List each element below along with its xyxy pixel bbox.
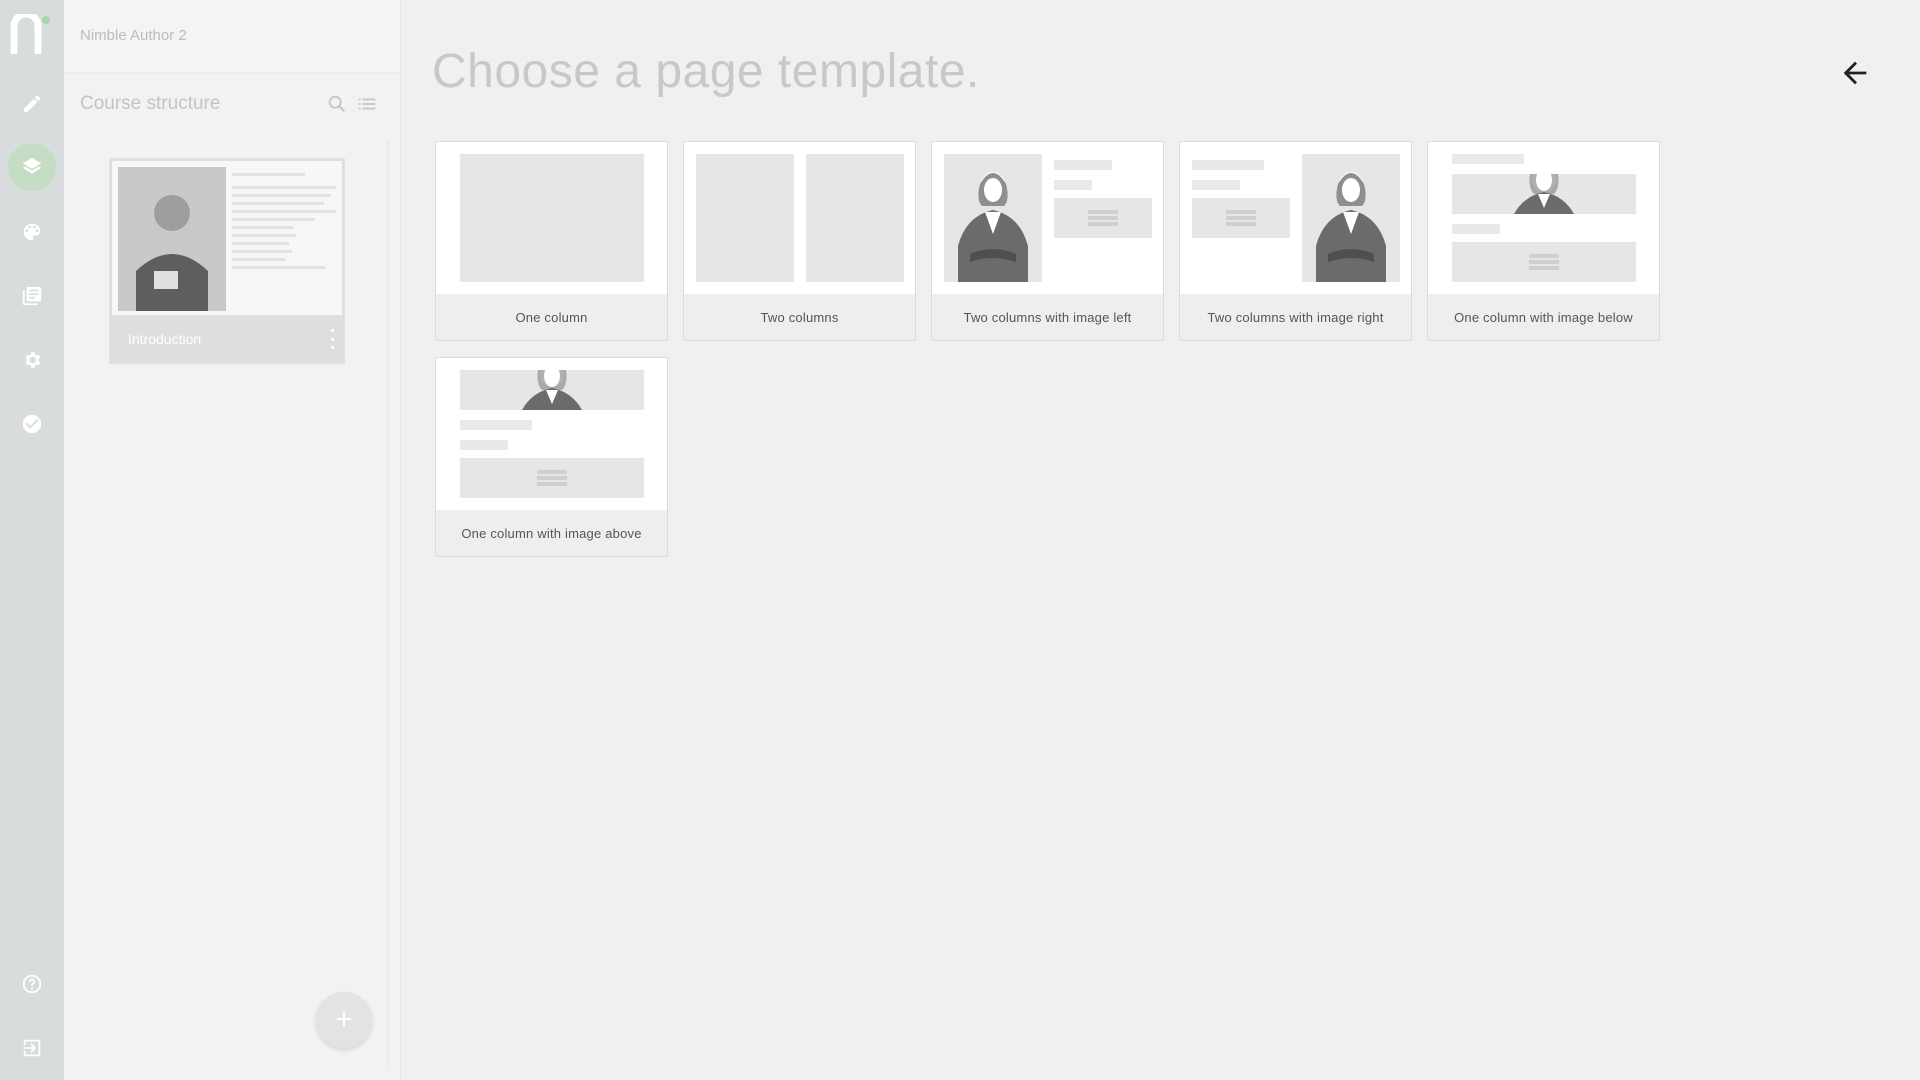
template-preview	[932, 142, 1163, 294]
page-title: Choose a page template.	[432, 45, 980, 98]
add-page-button[interactable]: +	[316, 992, 372, 1048]
nimble-logo-icon[interactable]	[10, 10, 54, 58]
page-thumbnail	[112, 161, 342, 315]
palette-icon[interactable]	[8, 208, 56, 256]
left-rail	[0, 0, 64, 1080]
person-illustration-icon	[1302, 154, 1400, 282]
person-illustration-icon	[1452, 174, 1636, 214]
app-name: Nimble Author 2	[80, 27, 187, 44]
panel-scrollbar[interactable]	[386, 140, 389, 1070]
panel-topbar: Nimble Author 2	[64, 0, 400, 73]
template-preview	[436, 358, 667, 510]
template-label: One column	[515, 310, 588, 325]
edit-icon[interactable]	[8, 80, 56, 128]
page-card-label: Introduction	[128, 331, 202, 347]
template-label: One column with image above	[461, 526, 642, 541]
person-illustration-icon	[944, 154, 1042, 282]
template-label: One column with image below	[1454, 310, 1633, 325]
layers-icon[interactable]	[8, 143, 56, 191]
template-one-column-image-above[interactable]: One column with image above	[435, 357, 668, 557]
exit-icon[interactable]	[8, 1024, 56, 1072]
help-icon[interactable]	[8, 960, 56, 1008]
library-icon[interactable]	[8, 272, 56, 320]
list-icon[interactable]	[356, 93, 378, 115]
back-arrow-icon[interactable]	[1838, 56, 1872, 90]
template-one-column-image-below[interactable]: One column with image below	[1427, 141, 1660, 341]
more-vert-icon[interactable]	[324, 329, 340, 349]
template-two-columns-image-right[interactable]: Two columns with image right	[1179, 141, 1412, 341]
template-label: Two columns with image right	[1207, 310, 1384, 325]
page-card-introduction[interactable]: Introduction	[109, 158, 345, 364]
check-circle-icon[interactable]	[8, 400, 56, 448]
template-two-columns[interactable]: Two columns	[683, 141, 916, 341]
template-preview	[436, 142, 667, 294]
thumbnail-photo	[118, 167, 226, 311]
template-two-columns-image-left[interactable]: Two columns with image left	[931, 141, 1164, 341]
thumbnail-text	[232, 173, 336, 274]
template-preview	[1180, 142, 1411, 294]
template-label: Two columns	[760, 310, 839, 325]
template-label: Two columns with image left	[963, 310, 1132, 325]
course-structure-panel: Nimble Author 2 Course structure Introdu…	[64, 0, 401, 1080]
template-one-column[interactable]: One column	[435, 141, 668, 341]
template-preview	[1428, 142, 1659, 294]
gear-icon[interactable]	[8, 336, 56, 384]
section-title: Course structure	[80, 93, 221, 114]
template-preview	[684, 142, 915, 294]
search-icon[interactable]	[326, 93, 348, 115]
person-illustration-icon	[460, 370, 644, 410]
